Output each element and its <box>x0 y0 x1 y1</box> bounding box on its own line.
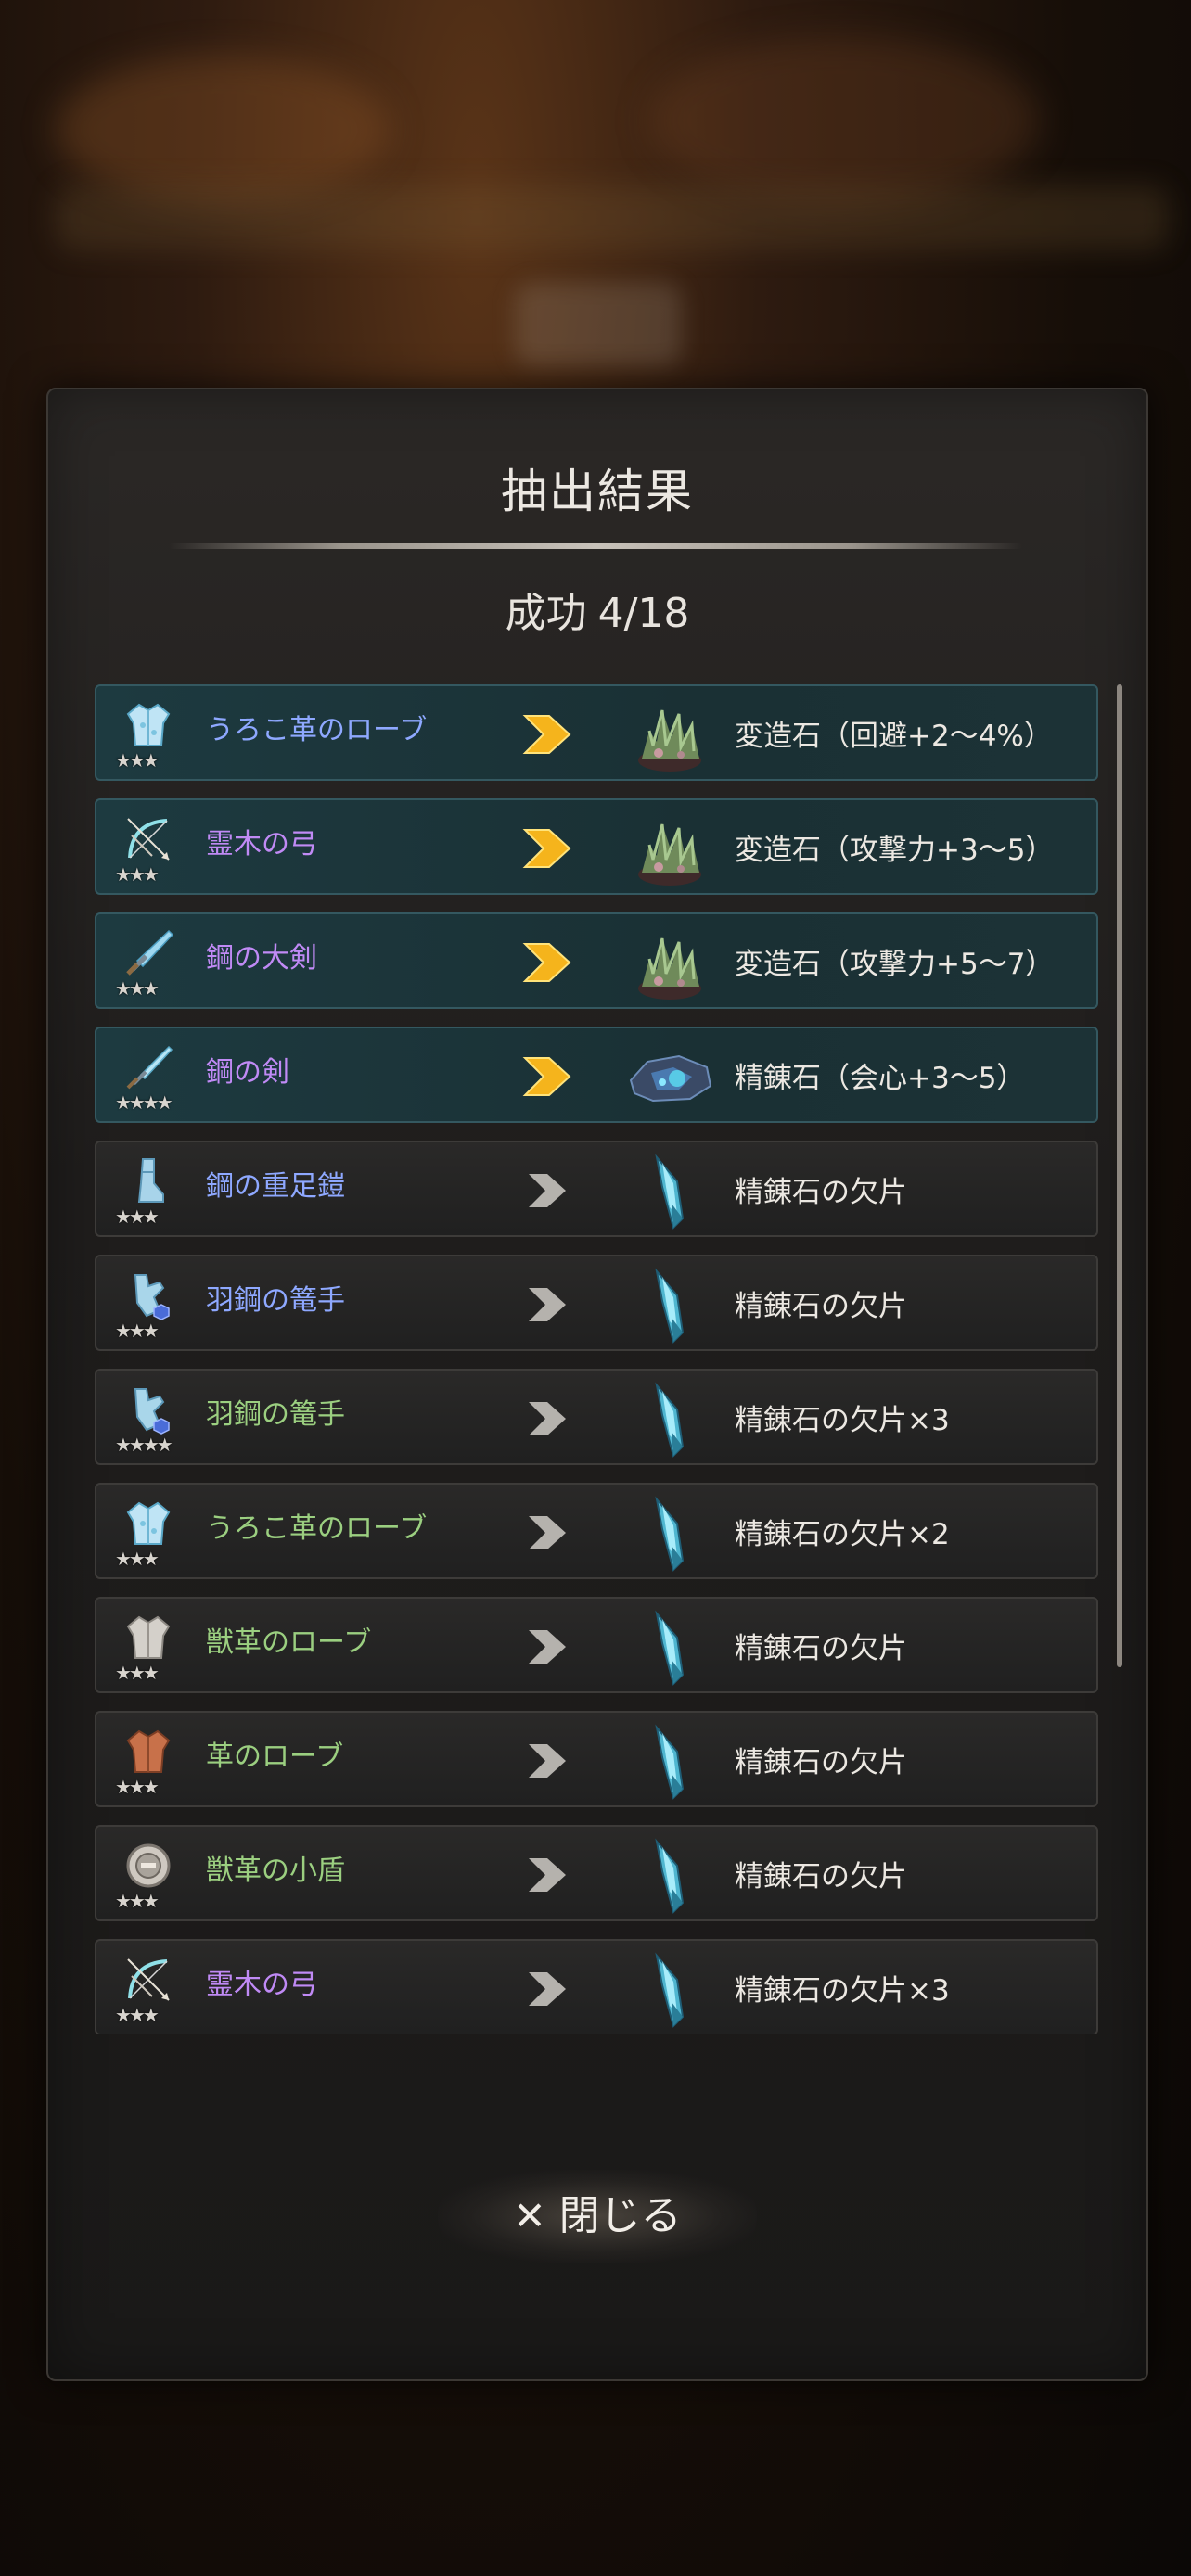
result-row[interactable]: ★★★★ 鋼の剣 精錬石（会心+3～5） <box>95 1027 1098 1123</box>
refining-stone-icon <box>625 1036 714 1117</box>
close-icon: ✕ <box>513 2193 546 2238</box>
item-name: 霊木の弓 <box>206 828 317 861</box>
item-name: 鋼の大剣 <box>206 942 317 975</box>
success-count: 4/18 <box>597 590 690 637</box>
close-label: 閉じる <box>558 2192 682 2239</box>
rarity-stars: ★★★ <box>115 1320 160 1342</box>
rarity-stars: ★★★ <box>115 1662 160 1684</box>
robe-icon <box>122 1498 174 1549</box>
result-row[interactable]: ★★★ うろこ革のローブ 精錬石の欠片×2 <box>95 1483 1098 1579</box>
gauntlet-icon <box>122 1269 174 1321</box>
rarity-stars: ★★★ <box>115 1776 160 1798</box>
beast-robe-icon <box>122 1612 174 1664</box>
arrow-icon <box>521 1511 573 1555</box>
leather-robe-icon <box>122 1726 174 1778</box>
result-row[interactable]: ★★★ 霊木の弓 変造石（攻撃力+3～5） <box>95 798 1098 895</box>
item-name: 鋼の剣 <box>206 1056 289 1089</box>
result-name: 変造石（回避+2～4%） <box>735 720 1053 753</box>
rarity-stars: ★★★ <box>115 1890 160 1912</box>
alteration-stone-icon <box>625 694 714 775</box>
title-divider <box>169 543 1022 549</box>
arrow-icon <box>521 1967 573 2011</box>
result-row[interactable]: ★★★ 羽鋼の篭手 精錬石の欠片 <box>95 1255 1098 1351</box>
result-name: 変造石（攻撃力+3～5） <box>735 834 1055 867</box>
item-name: 霊木の弓 <box>206 1969 317 2001</box>
result-row[interactable]: ★★★ 鋼の大剣 変造石（攻撃力+5～7） <box>95 912 1098 1009</box>
success-arrow-icon <box>521 1054 573 1099</box>
result-row[interactable]: ★★★ うろこ革のローブ 変造石（回避+2～4%） <box>95 684 1098 781</box>
success-arrow-icon <box>521 712 573 757</box>
alteration-stone-icon <box>625 922 714 1003</box>
result-row[interactable]: ★★★★ 羽鋼の篭手 精錬石の欠片×3 <box>95 1369 1098 1465</box>
result-name: 精錬石（会心+3～5） <box>735 1062 1026 1095</box>
refining-shard-icon <box>625 1834 714 1916</box>
success-arrow-icon <box>521 940 573 985</box>
bow-icon <box>122 813 174 865</box>
item-name: うろこ革のローブ <box>206 714 428 746</box>
rarity-stars: ★★★★ <box>115 1091 173 1114</box>
item-name: 鋼の重足鎧 <box>206 1170 345 1203</box>
result-name: 精錬石の欠片×3 <box>735 1974 950 2008</box>
item-name: 羽鋼の篭手 <box>206 1398 345 1431</box>
sword-icon <box>122 1041 174 1093</box>
result-row[interactable]: ★★★ 獣革のローブ 精錬石の欠片 <box>95 1597 1098 1693</box>
rarity-stars: ★★★ <box>115 1205 160 1228</box>
dialog-title: 抽出結果 <box>501 465 694 518</box>
arrow-icon <box>521 1853 573 1897</box>
greatsword-icon <box>122 927 174 979</box>
item-name: うろこ革のローブ <box>206 1512 428 1545</box>
arrow-icon <box>521 1396 573 1441</box>
arrow-icon <box>521 1625 573 1669</box>
rarity-stars: ★★★ <box>115 1548 160 1570</box>
close-button[interactable]: ✕ 閉じる <box>438 2170 757 2263</box>
result-name: 精錬石の欠片×2 <box>735 1518 950 1551</box>
item-name: 獣革のローブ <box>206 1626 372 1659</box>
arrow-icon <box>521 1282 573 1327</box>
refining-shard-icon <box>625 1150 714 1231</box>
result-name: 変造石（攻撃力+5～7） <box>735 948 1055 981</box>
success-summary: 成功 4/18 <box>48 580 1146 639</box>
success-arrow-icon <box>521 826 573 871</box>
refining-shard-icon <box>625 1606 714 1688</box>
result-row[interactable]: ★★★ 革のローブ 精錬石の欠片 <box>95 1711 1098 1807</box>
greaves-icon <box>122 1155 174 1207</box>
scrollbar[interactable] <box>1117 684 1122 1667</box>
bow-icon <box>122 1954 174 2006</box>
item-name: 革のローブ <box>206 1741 344 1773</box>
rarity-stars: ★★★ <box>115 977 160 1000</box>
result-name: 精錬石の欠片 <box>735 1746 907 1779</box>
result-row[interactable]: ★★★ 鋼の重足鎧 精錬石の欠片 <box>95 1141 1098 1237</box>
rarity-stars: ★★★ <box>115 2004 160 2026</box>
result-name: 精錬石の欠片×3 <box>735 1404 950 1437</box>
gauntlet-icon <box>122 1384 174 1435</box>
success-label: 成功 <box>505 590 587 637</box>
result-name: 精錬石の欠片 <box>735 1290 907 1323</box>
rarity-stars: ★★★ <box>115 749 160 772</box>
refining-shard-icon <box>625 1378 714 1460</box>
buckler-icon <box>122 1840 174 1892</box>
result-name: 精錬石の欠片 <box>735 1176 907 1209</box>
item-name: 羽鋼の篭手 <box>206 1284 345 1317</box>
result-row[interactable]: ★★★ 獣革の小盾 精錬石の欠片 <box>95 1825 1098 1921</box>
rarity-stars: ★★★ <box>115 863 160 886</box>
result-row[interactable]: ★★★ 霊木の弓 精錬石の欠片×3 <box>95 1939 1098 2034</box>
background-scene <box>0 0 1191 389</box>
result-name: 精錬石の欠片 <box>735 1860 907 1894</box>
result-list[interactable]: ★★★ うろこ革のローブ 変造石（回避+2～4%） ★★★ 霊木の弓 変造石（攻撃力+3～… <box>95 684 1106 2034</box>
item-name: 獣革の小盾 <box>206 1855 345 1887</box>
extraction-result-dialog: 抽出結果 成功 4/18 ★★★ うろこ革のローブ 変造石（回避+2～4%） ★★★ 霊木… <box>46 388 1148 2381</box>
alteration-stone-icon <box>625 808 714 889</box>
arrow-icon <box>521 1168 573 1213</box>
result-name: 精錬石の欠片 <box>735 1632 907 1665</box>
refining-shard-icon <box>625 1492 714 1574</box>
rarity-stars: ★★★★ <box>115 1434 173 1456</box>
refining-shard-icon <box>625 1264 714 1345</box>
refining-shard-icon <box>625 1948 714 2030</box>
refining-shard-icon <box>625 1720 714 1802</box>
robe-icon <box>122 699 174 751</box>
arrow-icon <box>521 1739 573 1783</box>
